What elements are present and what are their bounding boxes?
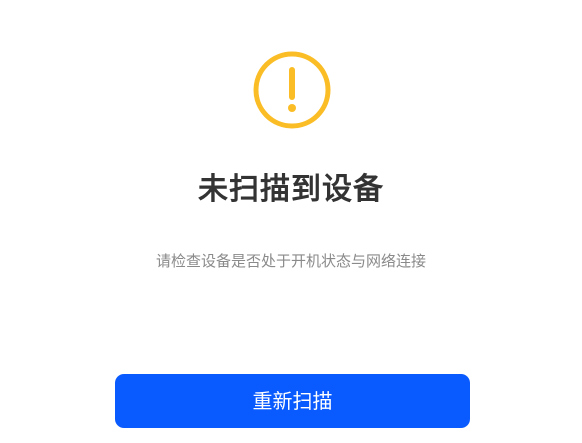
status-title: 未扫描到设备: [198, 172, 384, 207]
warning-icon: [253, 51, 331, 129]
status-message: 请检查设备是否处于开机状态与网络连接: [155, 252, 426, 270]
rescan-button[interactable]: 重新扫描: [115, 374, 470, 428]
no-device-found-screen: 未扫描到设备 请检查设备是否处于开机状态与网络连接 重新扫描: [0, 0, 582, 443]
